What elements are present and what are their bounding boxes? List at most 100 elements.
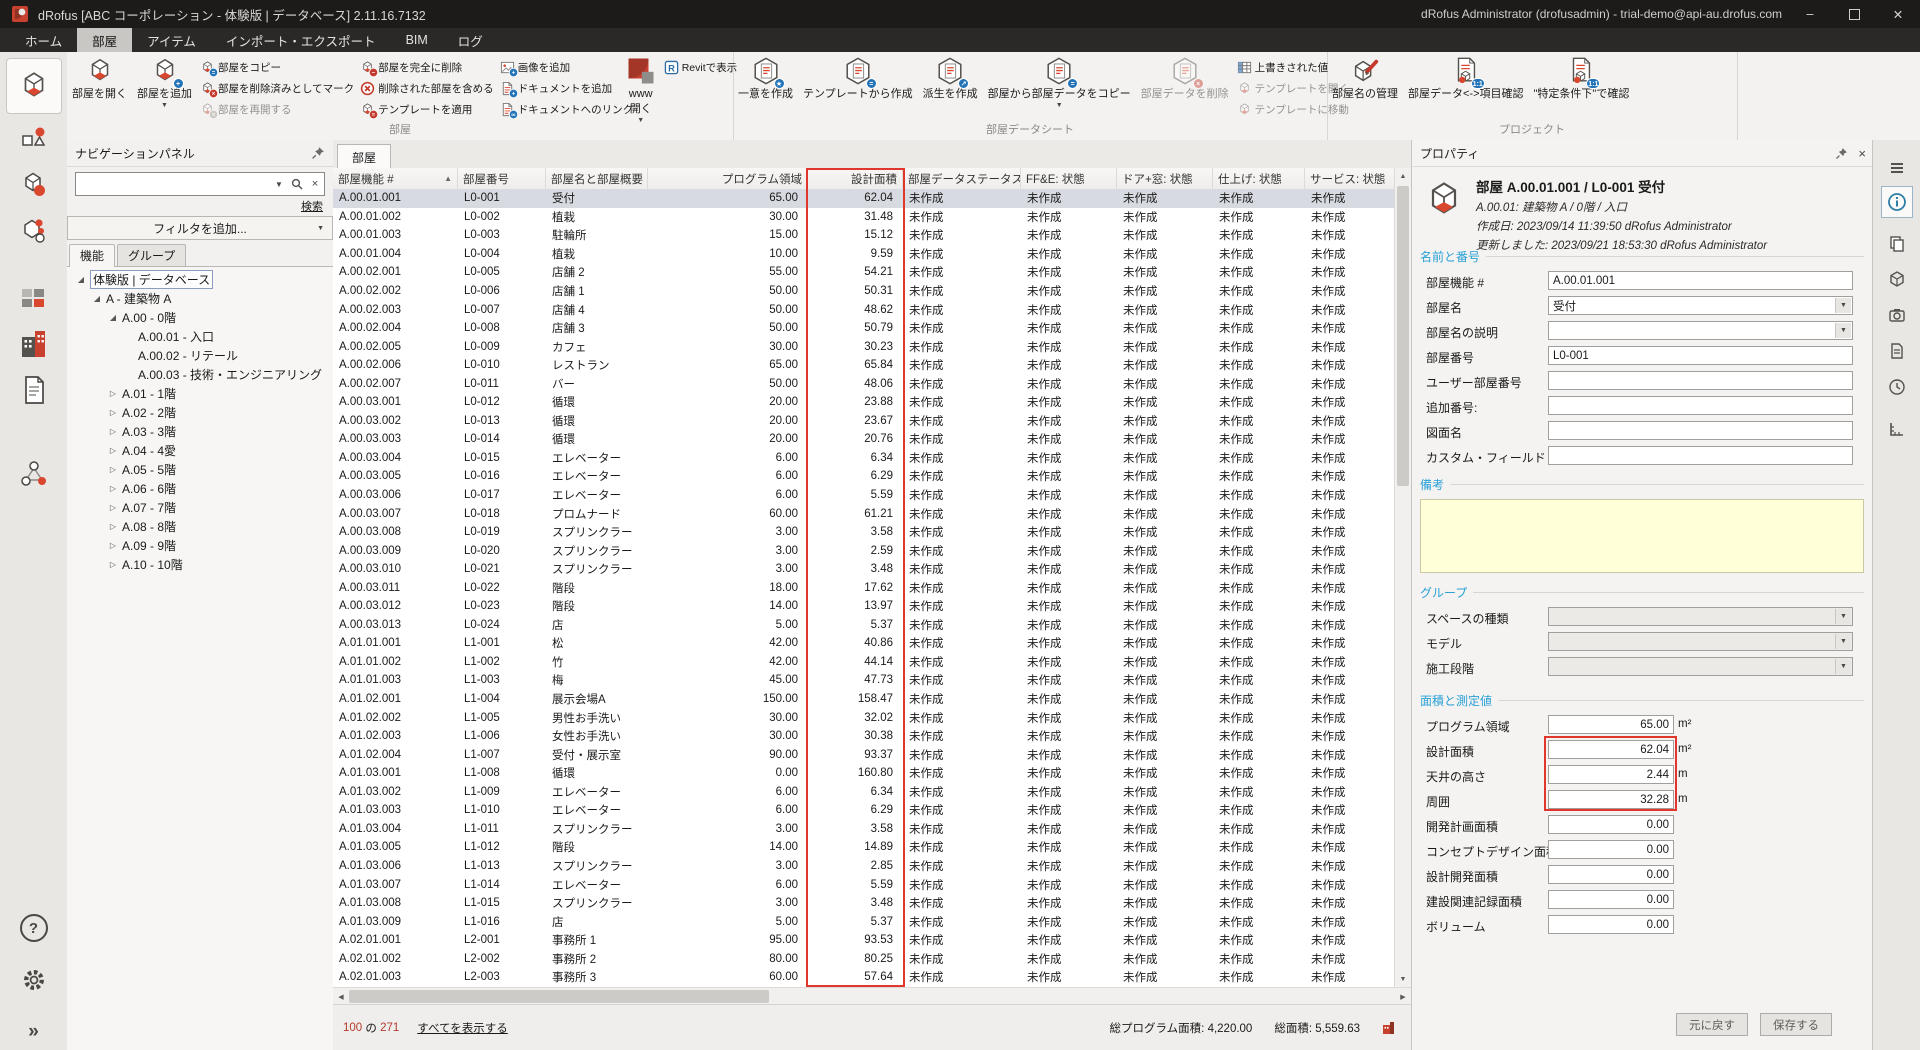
property-input-プログラム領域[interactable]: 65.00 <box>1548 715 1674 734</box>
revit-button[interactable]: Revitで表示 <box>664 58 737 77</box>
room-mark-deleted-button[interactable]: ×部屋を削除済みとしてマーク <box>200 79 354 98</box>
collapsed-icon[interactable]: ▷ <box>107 389 119 398</box>
column-header-2[interactable]: 部屋番号 <box>458 168 546 189</box>
sidebar-item-help[interactable]: ? <box>12 908 56 948</box>
tree-item[interactable]: ◢A - 建築物 A <box>67 289 333 308</box>
add-filter-button[interactable]: フィルタを追加... ▼ <box>67 216 333 240</box>
table-row[interactable]: A.01.03.008L1-015スプリンクラー3.003.48未作成未作成未作… <box>333 894 1395 913</box>
column-header-10[interactable]: サービス: 状態 <box>1305 168 1395 189</box>
tree-item[interactable]: ▷A.01 - 1階 <box>67 384 333 403</box>
www-open-button[interactable]: www開く▼ <box>621 55 661 124</box>
notes-textarea[interactable] <box>1420 499 1864 573</box>
tree-item[interactable]: ▷A.04 - 4愛 <box>67 441 333 460</box>
property-input-周囲[interactable]: 32.28 <box>1548 790 1674 809</box>
table-row[interactable]: A.00.03.008L0-019スプリンクラー3.003.58未作成未作成未作… <box>333 523 1395 542</box>
tree-item[interactable]: A.00.01 - 入口 <box>67 327 333 346</box>
table-row[interactable]: A.00.01.004L0-004植栽10.009.59未作成未作成未作成未作成… <box>333 245 1395 264</box>
search-dropdown-arrow-icon[interactable]: ▼ <box>270 180 288 189</box>
menu-tab-部屋[interactable]: 部屋 <box>77 28 132 52</box>
property-input-設計開発面積[interactable]: 0.00 <box>1548 865 1674 884</box>
property-input-開発計画面積[interactable]: 0.00 <box>1548 815 1674 834</box>
table-row[interactable]: A.00.03.013L0-024店5.005.37未作成未作成未作成未作成未作… <box>333 616 1395 635</box>
collapsed-icon[interactable]: ▷ <box>107 408 119 417</box>
table-row[interactable]: A.00.03.003L0-014循環20.0020.76未作成未作成未作成未作… <box>333 430 1395 449</box>
right-tool-copy[interactable] <box>1882 228 1912 258</box>
table-row[interactable]: A.00.02.006L0-010レストラン65.0065.84未作成未作成未作… <box>333 356 1395 375</box>
table-row[interactable]: A.01.03.002L1-009エレベーター6.006.34未作成未作成未作成… <box>333 783 1395 802</box>
table-row[interactable]: A.01.03.007L1-014エレベーター6.005.59未作成未作成未作成… <box>333 875 1395 894</box>
scroll-right-icon[interactable]: ▶ <box>1395 993 1411 1001</box>
property-input-建設関連記録面積[interactable]: 0.00 <box>1548 890 1674 909</box>
property-input-天井の高さ[interactable]: 2.44 <box>1548 765 1674 784</box>
menu-tab-アイテム[interactable]: アイテム <box>132 28 211 52</box>
right-tool-history[interactable] <box>1882 372 1912 402</box>
sidebar-item-settings[interactable] <box>12 960 56 1000</box>
table-row[interactable]: A.00.03.002L0-013循環20.0023.67未作成未作成未作成未作… <box>333 412 1395 431</box>
property-input-カスタム・フィールド[interactable] <box>1548 446 1853 465</box>
right-tool-documents[interactable] <box>1882 336 1912 366</box>
property-input-部屋名[interactable]: 受付▼ <box>1548 296 1853 315</box>
search-link[interactable]: 検索 <box>301 198 323 214</box>
table-row[interactable]: A.02.01.002L2-002事務所 280.0080.25未作成未作成未作… <box>333 949 1395 968</box>
sidebar-item-expand[interactable]: » <box>12 1012 56 1050</box>
tree-item[interactable]: ▷A.09 - 9階 <box>67 536 333 555</box>
tree-item[interactable]: ▷A.03 - 3階 <box>67 422 333 441</box>
sidebar-item-blocks[interactable] <box>12 278 56 318</box>
sidebar-item-documents[interactable] <box>12 370 56 410</box>
collapsed-icon[interactable]: ▷ <box>107 484 119 493</box>
collapsed-icon[interactable]: ▷ <box>107 465 119 474</box>
table-row[interactable]: A.00.03.007L0-018プロムナード60.0061.21未作成未作成未… <box>333 504 1395 523</box>
column-header-1[interactable]: 部屋機能 #▲ <box>333 168 458 189</box>
menu-tab-ホーム[interactable]: ホーム <box>10 28 77 52</box>
create-derived-button[interactable]: ↗派生を作成 <box>918 55 983 101</box>
undo-button[interactable]: 元に戻す <box>1676 1013 1748 1036</box>
create-unique-button[interactable]: ★一意を作成 <box>733 55 798 101</box>
table-row[interactable]: A.00.03.001L0-012循環20.0023.88未作成未作成未作成未作… <box>333 393 1395 412</box>
table-row[interactable]: A.01.02.003L1-006女性お手洗い30.0030.38未作成未作成未… <box>333 727 1395 746</box>
room-delete-permanently-button[interactable]: −部屋を完全に削除 <box>360 58 494 77</box>
room-add-button[interactable]: +部屋を追加▼ <box>132 55 197 109</box>
sidebar-item-rooms[interactable] <box>6 58 62 114</box>
table-row[interactable]: A.02.01.001L2-001事務所 195.0093.53未作成未作成未作… <box>333 931 1395 950</box>
column-header-8[interactable]: ドア+窓: 状態 <box>1117 168 1213 189</box>
vertical-scrollbar-thumb[interactable] <box>1397 186 1409 486</box>
tab-rooms[interactable]: 部屋 <box>337 144 391 169</box>
add-document-button[interactable]: +ドキュメントを追加 <box>500 79 618 98</box>
table-row[interactable]: A.01.02.002L1-005男性お手洗い30.0032.02未作成未作成未… <box>333 708 1395 727</box>
combo-arrow-icon[interactable]: ▼ <box>1835 323 1851 338</box>
close-button[interactable]: ✕ <box>1876 0 1920 28</box>
table-row[interactable]: A.01.01.002L1-002竹42.0044.14未作成未作成未作成未作成… <box>333 653 1395 672</box>
sidebar-item-systems[interactable] <box>12 210 56 250</box>
right-tool-model[interactable] <box>1882 264 1912 294</box>
tree-item[interactable]: ◢A.00 - 0階 <box>67 308 333 327</box>
table-row[interactable]: A.01.03.003L1-010エレベーター6.006.29未作成未作成未作成… <box>333 801 1395 820</box>
add-image-button[interactable]: +画像を追加 <box>500 58 618 77</box>
column-header-3[interactable]: 部屋名と部屋概要 <box>546 168 648 189</box>
table-row[interactable]: A.02.01.003L2-003事務所 360.0057.64未作成未作成未作… <box>333 968 1395 987</box>
vertical-scrollbar[interactable]: ▲ ▼ <box>1394 168 1411 987</box>
right-tool-camera[interactable] <box>1882 300 1912 330</box>
right-tool-measure[interactable] <box>1882 414 1912 444</box>
table-row[interactable]: A.00.03.012L0-023階段14.0013.97未作成未作成未作成未作… <box>333 597 1395 616</box>
pin-icon[interactable] <box>311 146 325 160</box>
tree-item[interactable]: ◢体験版 | データベース <box>67 270 333 289</box>
table-row[interactable]: A.00.02.003L0-007店舗 450.0048.62未作成未作成未作成… <box>333 300 1395 319</box>
nav-tab-機能[interactable]: 機能 <box>69 244 115 267</box>
table-row[interactable]: A.00.02.001L0-005店舗 255.0054.21未作成未作成未作成… <box>333 263 1395 282</box>
table-row[interactable]: A.00.03.004L0-015エレベーター6.006.34未作成未作成未作成… <box>333 449 1395 468</box>
close-panel-icon[interactable]: × <box>1858 146 1866 161</box>
table-row[interactable]: A.00.01.003L0-003駐輪所15.0015.12未作成未作成未作成未… <box>333 226 1395 245</box>
tree-item[interactable]: ▷A.02 - 2階 <box>67 403 333 422</box>
combo-arrow-icon[interactable]: ▼ <box>1835 634 1851 649</box>
nav-tab-グループ[interactable]: グループ <box>117 244 186 266</box>
horizontal-scrollbar-thumb[interactable] <box>349 990 769 1003</box>
table-row[interactable]: A.01.03.004L1-011スプリンクラー3.003.58未作成未作成未作… <box>333 820 1395 839</box>
table-row[interactable]: A.00.02.004L0-008店舗 350.0050.79未作成未作成未作成… <box>333 319 1395 338</box>
scroll-up-icon[interactable]: ▲ <box>1395 168 1411 184</box>
menu-tab-ログ[interactable]: ログ <box>443 28 498 52</box>
scroll-left-icon[interactable]: ◀ <box>333 993 349 1001</box>
table-row[interactable]: A.00.03.011L0-022階段18.0017.62未作成未作成未作成未作… <box>333 578 1395 597</box>
property-input-部屋番号[interactable]: L0-001 <box>1548 346 1853 365</box>
maximize-button[interactable] <box>1832 0 1876 28</box>
expanded-icon[interactable]: ◢ <box>75 275 87 284</box>
